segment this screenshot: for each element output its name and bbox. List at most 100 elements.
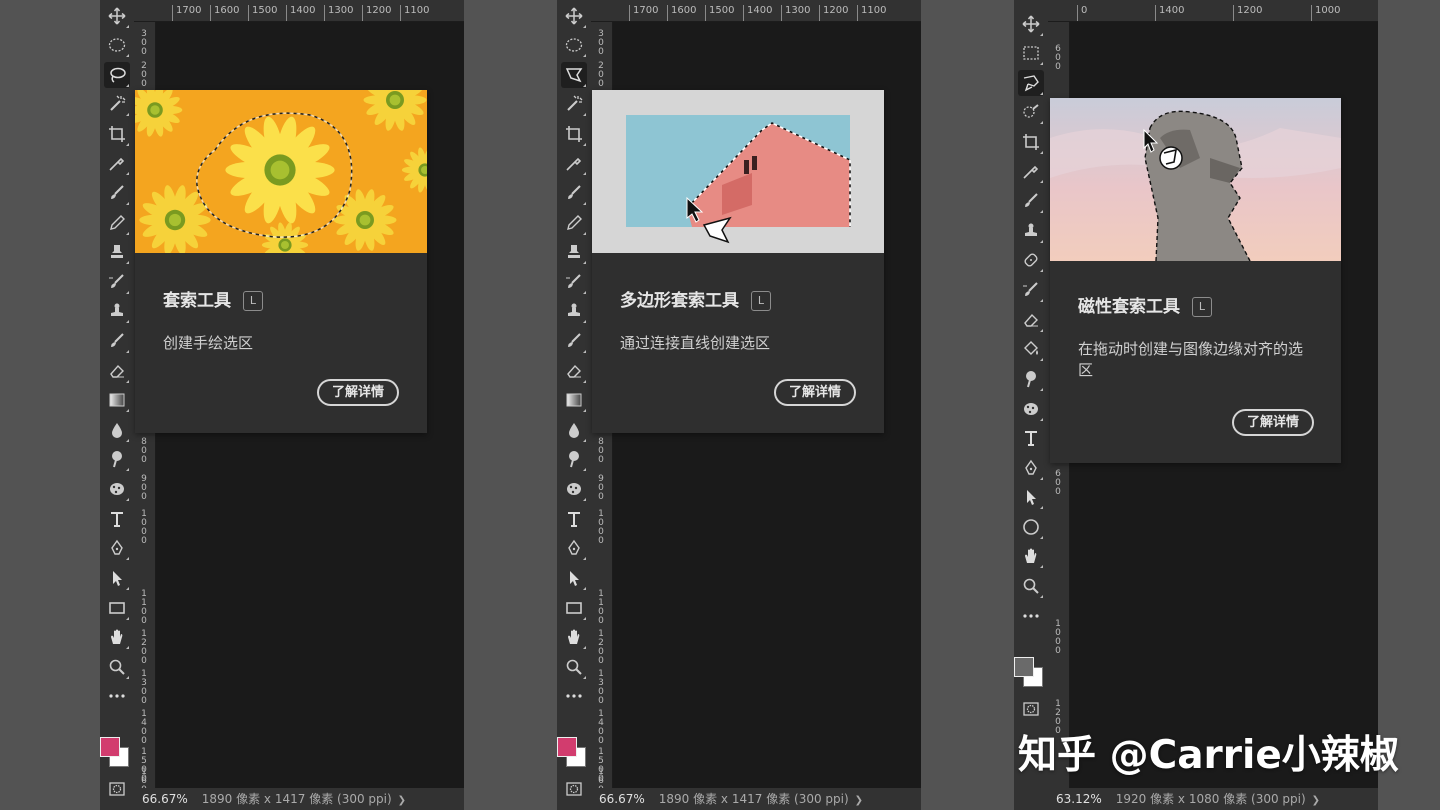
eyedropper-tool[interactable] <box>561 150 587 176</box>
art-brush-tool[interactable] <box>104 328 130 354</box>
crop-tool[interactable] <box>104 121 130 147</box>
status-menu-arrow[interactable]: ❯ <box>1306 790 1320 810</box>
zoom-level[interactable]: 63.12% <box>1048 788 1102 810</box>
healing-tool[interactable] <box>1018 247 1044 273</box>
document-info[interactable]: 1890 像素 x 1417 像素 (300 ppi) <box>645 788 849 810</box>
zoom-tool[interactable] <box>561 654 587 680</box>
path-select-tool[interactable] <box>104 565 130 591</box>
ellipse-shape-tool[interactable] <box>1018 514 1044 540</box>
zoom-level[interactable]: 66.67% <box>134 788 188 810</box>
gradient-tool[interactable] <box>104 387 130 413</box>
magnetic-lasso-tool[interactable] <box>1018 70 1044 96</box>
polygonal-lasso-tool[interactable] <box>561 62 587 88</box>
pen-tool[interactable] <box>1018 455 1044 481</box>
learn-more-button[interactable]: 了解详情 <box>317 379 399 406</box>
stamp-tool[interactable] <box>104 298 130 324</box>
foreground-color-swatch[interactable] <box>557 737 577 757</box>
stamp-tool[interactable] <box>561 298 587 324</box>
rectangle-tool[interactable] <box>561 595 587 621</box>
eraser-tool[interactable] <box>104 358 130 384</box>
learn-more-button[interactable]: 了解详情 <box>774 379 856 406</box>
type-tool[interactable] <box>1018 425 1044 451</box>
tool-group-indicator <box>1040 329 1043 332</box>
foreground-color-swatch[interactable] <box>1014 657 1034 677</box>
brush-tool[interactable] <box>1018 188 1044 214</box>
history-brush-tool[interactable] <box>104 269 130 295</box>
crop-tool[interactable] <box>561 121 587 147</box>
paint-bucket-tool[interactable] <box>1018 336 1044 362</box>
shortcut-key-badge: L <box>751 291 771 311</box>
tooltip-title: 套索工具 <box>163 291 231 311</box>
sponge-tool[interactable] <box>104 476 130 502</box>
hand-tool[interactable] <box>561 624 587 650</box>
horizontal-ruler[interactable]: 1700 1600 1500 1400 1300 1200 1100 <box>591 0 921 22</box>
sponge-tool[interactable] <box>1018 396 1044 422</box>
document-info[interactable]: 1890 像素 x 1417 像素 (300 ppi) <box>188 788 392 810</box>
gradient-tool[interactable] <box>561 387 587 413</box>
lasso-tool[interactable] <box>104 62 130 88</box>
pencil-tool[interactable] <box>104 210 130 236</box>
tools-panel <box>557 0 591 810</box>
status-menu-arrow[interactable]: ❯ <box>849 790 863 810</box>
rect-marquee-tool[interactable] <box>1018 40 1044 66</box>
quick-mask-button[interactable] <box>104 776 130 802</box>
magic-wand-tool[interactable] <box>561 91 587 117</box>
clone-tool[interactable] <box>104 239 130 265</box>
eyedropper-tool[interactable] <box>1018 158 1044 184</box>
eyedropper-tool[interactable] <box>104 150 130 176</box>
elliptical-marquee-tool[interactable] <box>561 32 587 58</box>
pencil-tool[interactable] <box>561 210 587 236</box>
move-tool-tool[interactable] <box>561 3 587 29</box>
brush-tool[interactable] <box>561 180 587 206</box>
crop-tool[interactable] <box>1018 129 1044 155</box>
zoom-level[interactable]: 66.67% <box>591 788 645 810</box>
zoom-tool[interactable] <box>104 654 130 680</box>
art-brush-tool[interactable] <box>561 328 587 354</box>
hand-tool[interactable] <box>104 624 130 650</box>
tool-group-indicator <box>1040 240 1043 243</box>
move-tool-tool[interactable] <box>104 3 130 29</box>
brush-icon <box>568 185 581 199</box>
more-tools-tool[interactable] <box>561 683 587 709</box>
quick-mask-button[interactable] <box>561 776 587 802</box>
foreground-color-swatch[interactable] <box>100 737 120 757</box>
history-brush-tool[interactable] <box>561 269 587 295</box>
learn-more-button[interactable]: 了解详情 <box>1232 409 1314 436</box>
eraser-tool[interactable] <box>561 358 587 384</box>
ellipse-shape-icon <box>1023 519 1039 535</box>
more-tools-tool[interactable] <box>1018 603 1044 629</box>
tool-group-indicator <box>583 646 586 649</box>
type-tool[interactable] <box>561 506 587 532</box>
more-tools-tool[interactable] <box>104 683 130 709</box>
dodge-tool[interactable] <box>104 446 130 472</box>
pen-tool[interactable] <box>104 535 130 561</box>
quick-mask-button[interactable] <box>1018 696 1044 722</box>
rectangle-tool[interactable] <box>104 595 130 621</box>
stamp-tool[interactable] <box>1018 218 1044 244</box>
pen-tool[interactable] <box>561 535 587 561</box>
clone-tool[interactable] <box>561 239 587 265</box>
path-select-tool[interactable] <box>1018 484 1044 510</box>
brush-tool[interactable] <box>104 180 130 206</box>
dodge-tool[interactable] <box>1018 366 1044 392</box>
move-tool-tool[interactable] <box>1018 11 1044 37</box>
blur-tool[interactable] <box>561 417 587 443</box>
horizontal-ruler[interactable]: 1700 1600 1500 1400 1300 1200 1100 <box>134 0 464 22</box>
zoom-tool[interactable] <box>1018 573 1044 599</box>
path-select-tool[interactable] <box>561 565 587 591</box>
lasso-icon <box>110 67 126 83</box>
eraser-tool[interactable] <box>1018 307 1044 333</box>
sponge-tool[interactable] <box>561 476 587 502</box>
dodge-tool[interactable] <box>561 446 587 472</box>
magic-wand-tool[interactable] <box>104 91 130 117</box>
status-menu-arrow[interactable]: ❯ <box>392 790 406 810</box>
history-brush-tool[interactable] <box>1018 277 1044 303</box>
type-tool[interactable] <box>104 506 130 532</box>
horizontal-ruler[interactable]: 0 1400 1200 1000 <box>1048 0 1378 22</box>
elliptical-marquee-tool[interactable] <box>104 32 130 58</box>
tool-group-indicator <box>1040 62 1043 65</box>
quick-selection-tool[interactable] <box>1018 99 1044 125</box>
document-info[interactable]: 1920 像素 x 1080 像素 (300 ppi) <box>1102 788 1306 810</box>
blur-tool[interactable] <box>104 417 130 443</box>
hand-tool[interactable] <box>1018 543 1044 569</box>
